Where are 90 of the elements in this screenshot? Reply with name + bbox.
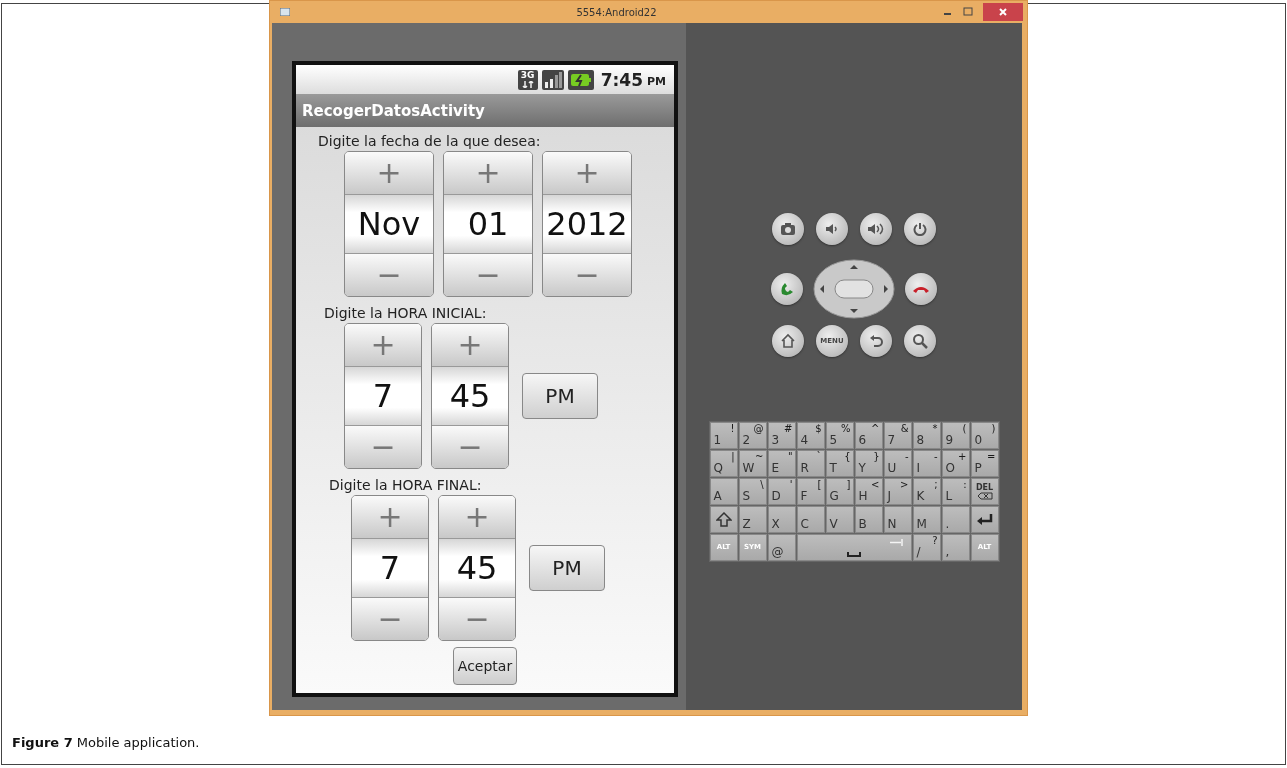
keyboard-key[interactable]: @ — [767, 534, 796, 561]
key-symbol: ' — [789, 480, 793, 490]
key-symbol: | — [731, 452, 735, 462]
status-time-suffix: PM — [647, 75, 666, 88]
keyboard-key[interactable]: K ; — [912, 478, 941, 505]
keyboard-key[interactable]: U - — [883, 450, 912, 477]
picker-value[interactable]: 7 — [352, 538, 428, 598]
key-symbol: { — [844, 452, 851, 462]
keyboard-key[interactable]: C — [796, 506, 825, 533]
figure-caption: Figure 7 Mobile application. — [12, 735, 200, 750]
keyboard-key[interactable]: D ' — [767, 478, 796, 505]
key-symbol: - — [933, 452, 938, 462]
key-symbol: [ — [817, 480, 822, 490]
key-symbol: ^ — [871, 424, 880, 434]
keyboard-key[interactable]: , — [941, 534, 970, 561]
keyboard-key[interactable]: Y } — [854, 450, 883, 477]
keyboard-key[interactable]: G ] — [825, 478, 854, 505]
network-indicator: 3G — [517, 69, 538, 90]
key-symbol: < — [871, 480, 880, 490]
section-label: Digite la fecha de la que desea: — [318, 133, 542, 149]
key-symbol: - — [904, 452, 909, 462]
keyboard-key[interactable]: 8 * — [912, 422, 941, 449]
picker-value[interactable]: 7 — [345, 366, 421, 426]
keyboard-key[interactable]: H < — [854, 478, 883, 505]
keyboard-key[interactable]: 5 % — [825, 422, 854, 449]
key-symbol: # — [784, 424, 793, 434]
keyboard-key[interactable]: Z — [738, 506, 767, 533]
key-symbol: ? — [932, 536, 938, 546]
key-symbol: > — [900, 480, 909, 490]
picker-value[interactable]: 01 — [444, 194, 532, 254]
key-symbol: @ — [753, 424, 764, 434]
key-symbol: ` — [816, 452, 822, 462]
key-symbol: & — [900, 424, 909, 434]
am-pm-button[interactable]: PM — [522, 373, 598, 419]
keyboard-key[interactable]: 2 @ — [738, 422, 767, 449]
keyboard-key[interactable]: 4 $ — [796, 422, 825, 449]
picker-value[interactable]: 2012 — [543, 194, 631, 254]
keyboard-key[interactable]: / ? — [912, 534, 941, 561]
key-symbol: $ — [815, 424, 822, 434]
key-symbol: } — [873, 452, 880, 462]
keyboard-key[interactable]: A — [709, 478, 738, 505]
delete-key[interactable]: DEL — [970, 478, 999, 505]
key-symbol: ~ — [755, 452, 764, 462]
keyboard-key[interactable]: 7 & — [883, 422, 912, 449]
keyboard-key[interactable]: L : — [941, 478, 970, 505]
key-symbol: ! — [730, 424, 735, 434]
key-symbol: ( — [962, 424, 967, 434]
key-symbol: = — [987, 452, 996, 462]
key-symbol: + — [958, 452, 967, 462]
keyboard-key[interactable]: T { — [825, 450, 854, 477]
keyboard-key[interactable]: V — [825, 506, 854, 533]
key-symbol: ) — [991, 424, 996, 434]
keyboard-key[interactable]: R ` — [796, 450, 825, 477]
keyboard-key[interactable]: J > — [883, 478, 912, 505]
key-symbol: " — [787, 452, 793, 462]
status-time: 7:45 — [600, 69, 643, 90]
key-symbol: % — [841, 424, 851, 434]
keyboard-key[interactable]: N — [883, 506, 912, 533]
keyboard-key[interactable]: 1 ! — [709, 422, 738, 449]
picker-value[interactable]: Nov — [345, 194, 433, 254]
key-symbol: \ — [760, 480, 764, 490]
window-title: 5554:Android22 — [575, 6, 658, 18]
keyboard-key[interactable]: Q | — [709, 450, 738, 477]
keyboard-key[interactable]: O + — [941, 450, 970, 477]
keyboard-key[interactable]: M — [912, 506, 941, 533]
keyboard-key[interactable]: B — [854, 506, 883, 533]
keyboard-key[interactable]: 9 ( — [941, 422, 970, 449]
section-label: Digite la HORA INICIAL: — [324, 305, 488, 321]
section-label: Digite la HORA FINAL: — [329, 477, 483, 493]
keyboard-key[interactable]: X — [767, 506, 796, 533]
keyboard-key[interactable]: F [ — [796, 478, 825, 505]
key-symbol: ] — [846, 480, 851, 490]
key-symbol: * — [932, 424, 938, 434]
accept-button[interactable]: Aceptar — [452, 647, 518, 685]
keyboard-key[interactable]: 3 # — [767, 422, 796, 449]
activity-title: RecogerDatosActivity — [302, 101, 485, 120]
key-symbol: ; — [934, 480, 938, 490]
keyboard-key[interactable]: 0 ) — [970, 422, 999, 449]
keyboard-key[interactable]: S \ — [738, 478, 767, 505]
keyboard-key[interactable]: P = — [970, 450, 999, 477]
keyboard-key[interactable]: 6 ^ — [854, 422, 883, 449]
picker-value[interactable]: 45 — [439, 538, 515, 598]
key-symbol: : — [963, 480, 967, 490]
am-pm-button[interactable]: PM — [529, 545, 605, 591]
key-label: DEL — [975, 483, 994, 492]
keyboard-key[interactable]: E " — [767, 450, 796, 477]
keyboard-key[interactable]: W ~ — [738, 450, 767, 477]
picker-value[interactable]: 45 — [432, 366, 508, 426]
keyboard-key[interactable]: I - — [912, 450, 941, 477]
keyboard-key[interactable]: . — [941, 506, 970, 533]
